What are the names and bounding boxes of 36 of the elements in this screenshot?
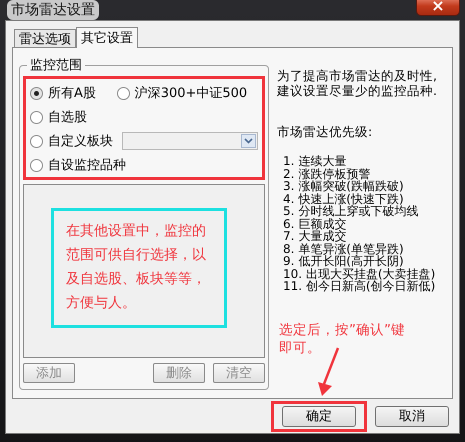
radio-button[interactable] bbox=[116, 86, 130, 100]
tab[interactable]: 雷达选项 bbox=[14, 29, 76, 47]
group-title: 监控范围 bbox=[29, 57, 83, 74]
radio-button[interactable] bbox=[30, 110, 43, 124]
priority-item: 5. 分时线上穿或下破均线 bbox=[283, 205, 420, 218]
priority-item: 6. 巨额成交 bbox=[283, 218, 346, 230]
close-button[interactable]: × bbox=[416, 0, 460, 16]
priority-item: 11. 创今日新高(创今日新低) bbox=[283, 280, 436, 292]
tab[interactable]: 其它设置 bbox=[76, 27, 138, 48]
priority-item: 10. 出现大买挂盘(大卖挂盘) bbox=[283, 268, 436, 280]
radio-button[interactable] bbox=[30, 86, 43, 100]
radio-button[interactable] bbox=[30, 134, 43, 148]
priority-item: 4. 快速上涨(快速下跌) bbox=[283, 192, 404, 205]
radio-label[interactable]: 沪深300+中证500 bbox=[134, 84, 248, 102]
cancel-button[interactable]: 取消 bbox=[375, 406, 449, 426]
annotation-text: 选定后，按”确认”键即可。 bbox=[279, 320, 406, 356]
priority-item: 3. 涨幅突破(跌幅跌破) bbox=[283, 180, 405, 192]
block-dropdown[interactable] bbox=[122, 132, 258, 150]
symbol-list[interactable]: 在其他设置中，监控的范围可供自行选择，以及自选股、板块等等，方便与人。 bbox=[23, 184, 265, 358]
priority-item: 2. 涨跌停板预警 bbox=[283, 168, 370, 180]
priority-title: 市场雷达优先级: bbox=[277, 124, 374, 141]
callout-text: 在其他设置中，监控的范围可供自行选择，以及自选股、板块等等，方便与人。 bbox=[51, 208, 227, 328]
radio-label[interactable]: 自设监控品种 bbox=[48, 156, 126, 174]
priority-item: 7. 大量成交 bbox=[283, 230, 348, 242]
radio-label[interactable]: 所有A股 bbox=[48, 84, 96, 102]
hint-text: 为了提高市场雷达的及时性,建议设置尽量少的监控品种. bbox=[277, 68, 438, 98]
priority-item: 9. 低开长阳(高开长阴) bbox=[283, 255, 405, 268]
annotation-arrow bbox=[318, 348, 340, 396]
radio-button[interactable] bbox=[30, 158, 43, 172]
window-title: 市场雷达设置 bbox=[7, 0, 99, 20]
priority-item: 8. 单笔异涨(单笔异跌) bbox=[283, 242, 405, 255]
radio-label[interactable]: 自定义板块 bbox=[48, 132, 113, 150]
priority-item: 1. 连续大量 bbox=[283, 155, 348, 168]
ok-button[interactable]: 确定 bbox=[282, 406, 356, 426]
radio-label[interactable]: 自选股 bbox=[48, 108, 87, 126]
dropdown-caret-icon bbox=[241, 134, 256, 148]
